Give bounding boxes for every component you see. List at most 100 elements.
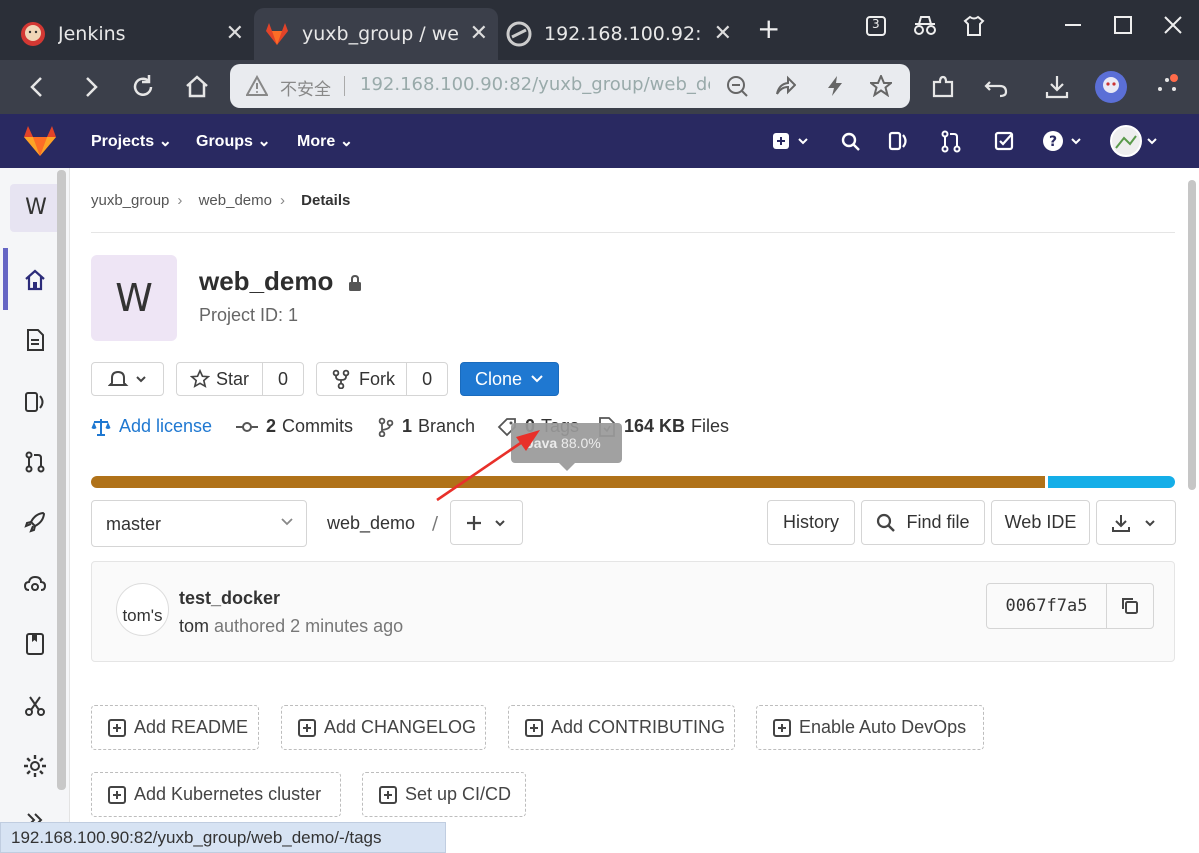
- commit-title-link[interactable]: test_docker: [179, 588, 280, 609]
- notification-dropdown-button[interactable]: [91, 362, 164, 396]
- browser-toolbar: 不安全 192.168.100.90:82/yuxb_group/web_dem…: [0, 60, 1199, 114]
- issues-icon[interactable]: [888, 128, 910, 154]
- commits-label: Commits: [282, 416, 354, 436]
- tab-count-button[interactable]: 3: [864, 14, 888, 44]
- branch-select[interactable]: master: [91, 500, 307, 547]
- language-segment-java[interactable]: [91, 476, 1045, 488]
- add-license-label: Add license: [119, 416, 213, 436]
- address-bar[interactable]: 不安全 192.168.100.90:82/yuxb_group/web_dem…: [230, 64, 910, 108]
- plus-square-icon: [773, 718, 791, 737]
- user-avatar-icon[interactable]: [1110, 124, 1164, 158]
- extensions-shirt-icon[interactable]: [962, 14, 986, 38]
- star-button[interactable]: Star 0: [176, 362, 304, 396]
- tab-jenkins[interactable]: Jenkins ✕: [0, 8, 254, 60]
- forward-icon[interactable]: [76, 72, 106, 102]
- breadcrumb-current[interactable]: Details: [301, 192, 350, 209]
- set-up-ci-cd-button[interactable]: Set up CI/CD: [362, 772, 526, 817]
- commit-author-avatar[interactable]: tom's: [116, 583, 169, 636]
- nav-groups[interactable]: Groups ⌄: [196, 131, 271, 151]
- close-tab-icon[interactable]: ✕: [226, 21, 244, 46]
- profile-avatar-icon[interactable]: [1094, 70, 1128, 104]
- gitlab-icon: [266, 23, 288, 45]
- sidebar-scrollbar[interactable]: [57, 170, 66, 790]
- menu-dots-icon[interactable]: [1152, 72, 1182, 102]
- merge-requests-icon[interactable]: [940, 128, 962, 154]
- reload-icon[interactable]: [128, 72, 158, 102]
- web-ide-button[interactable]: Web IDE: [991, 500, 1090, 545]
- operations-cloud-icon[interactable]: [23, 572, 47, 596]
- new-item-plus-icon[interactable]: [772, 128, 812, 154]
- set-up-ci-cd-label: Set up CI/CD: [405, 784, 512, 804]
- star-icon: [190, 369, 210, 388]
- new-tab-button[interactable]: +: [757, 14, 780, 44]
- nav-more[interactable]: More ⌄: [297, 131, 353, 151]
- fork-count[interactable]: 0: [406, 363, 447, 395]
- close-tab-icon[interactable]: ✕: [470, 21, 488, 46]
- help-icon[interactable]: ?: [1042, 128, 1086, 154]
- zoom-icon[interactable]: [726, 75, 748, 97]
- incognito-icon[interactable]: [912, 14, 938, 38]
- add-changelog-button[interactable]: Add CHANGELOG: [281, 705, 486, 750]
- find-file-button[interactable]: Find file: [861, 500, 985, 545]
- branches-link[interactable]: 1 Branch: [378, 416, 475, 437]
- fork-button[interactable]: Fork 0: [316, 362, 448, 396]
- back-icon[interactable]: [22, 72, 52, 102]
- star-count[interactable]: 0: [262, 363, 303, 395]
- settings-gear-icon[interactable]: [23, 754, 47, 778]
- puzzle-icon[interactable]: [928, 72, 958, 102]
- share-icon[interactable]: [774, 75, 796, 97]
- minimize-icon[interactable]: [1062, 14, 1084, 36]
- add-file-dropdown-button[interactable]: [450, 500, 523, 545]
- clone-label: Clone: [475, 368, 523, 389]
- download-dropdown-button[interactable]: [1096, 500, 1176, 545]
- todos-icon[interactable]: [994, 128, 1016, 154]
- add-readme-button[interactable]: Add README: [91, 705, 259, 750]
- download-icon[interactable]: [1042, 72, 1072, 102]
- chevron-down-icon: ⌄: [158, 133, 172, 150]
- page-scrollbar[interactable]: [1188, 180, 1196, 490]
- maximize-icon[interactable]: [1112, 14, 1134, 36]
- home-icon[interactable]: [182, 72, 212, 102]
- undo-icon[interactable]: [982, 72, 1012, 102]
- clone-button[interactable]: Clone: [460, 362, 559, 396]
- breadcrumb-project[interactable]: web_demo: [199, 192, 272, 209]
- url-text[interactable]: 192.168.100.90:82/yuxb_group/web_demo: [360, 74, 710, 95]
- tab-title: yuxb_group / web_demo: [302, 23, 458, 45]
- svg-text:?: ?: [1049, 134, 1057, 150]
- home-icon[interactable]: [23, 268, 47, 292]
- nav-projects[interactable]: Projects ⌄: [91, 131, 172, 151]
- close-window-icon[interactable]: [1162, 14, 1184, 36]
- lightning-icon[interactable]: [824, 75, 846, 97]
- security-label: 不安全: [280, 80, 331, 100]
- last-commit-panel: tom's test_docker tom authored 2 minutes…: [91, 561, 1175, 662]
- add-kubernetes-cluster-button[interactable]: Add Kubernetes cluster: [91, 772, 341, 817]
- add-license-link[interactable]: Add license: [91, 416, 212, 437]
- language-segment-other[interactable]: [1047, 476, 1175, 488]
- commit-sha-link[interactable]: 0067f7a5: [987, 584, 1107, 628]
- wiki-book-icon[interactable]: [23, 632, 47, 656]
- merge-requests-icon[interactable]: [23, 450, 47, 474]
- commits-link[interactable]: 2 Commits: [236, 416, 353, 437]
- tab-jenkins-server[interactable]: 192.168.100.92:8080 ✕: [498, 8, 742, 60]
- sidebar-project-avatar[interactable]: W: [10, 184, 62, 232]
- snippets-scissors-icon[interactable]: [23, 694, 47, 718]
- add-contributing-button[interactable]: Add CONTRIBUTING: [508, 705, 735, 750]
- copy-sha-button[interactable]: [1107, 584, 1153, 628]
- warning-icon: [246, 75, 268, 96]
- rocket-icon[interactable]: [23, 510, 47, 534]
- repo-path-link[interactable]: web_demo: [327, 513, 415, 534]
- enable-auto-devops-button[interactable]: Enable Auto DevOps: [756, 705, 984, 750]
- commit-author-link[interactable]: tom: [179, 616, 209, 636]
- gitlab-logo-icon[interactable]: [22, 124, 58, 158]
- search-icon: [877, 513, 896, 532]
- close-tab-icon[interactable]: ✕: [714, 21, 732, 46]
- issues-icon[interactable]: [23, 390, 47, 414]
- breadcrumb-group[interactable]: yuxb_group: [91, 192, 169, 209]
- search-icon[interactable]: [840, 128, 862, 154]
- history-button[interactable]: History: [767, 500, 855, 545]
- bookmark-star-icon[interactable]: [870, 75, 892, 97]
- commit-icon: [236, 421, 258, 432]
- tab-gitlab[interactable]: yuxb_group / web_demo ✕: [254, 8, 498, 60]
- repository-icon[interactable]: [23, 328, 47, 352]
- nav-groups-label: Groups: [196, 133, 253, 150]
